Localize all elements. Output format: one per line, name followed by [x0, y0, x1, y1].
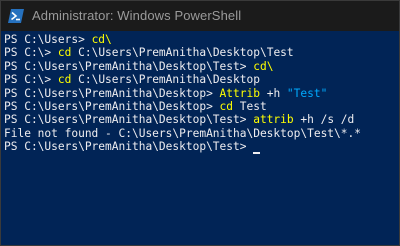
- argument-text: Test: [233, 99, 267, 113]
- powershell-window: Administrator: Windows PowerShell PS C:\…: [0, 0, 400, 246]
- text-cursor: [253, 151, 261, 154]
- command-text: cd\: [91, 33, 112, 46]
- console-line: PS C:\Users\PremAnitha\Desktop\Test> att…: [4, 113, 397, 126]
- title-bar[interactable]: Administrator: Windows PowerShell: [1, 1, 399, 31]
- string-argument: "Test": [286, 86, 328, 100]
- prompt-text: PS C:\Users>: [4, 33, 92, 46]
- console-line: PS C:\Users\PremAnitha\Desktop> Attrib +…: [4, 87, 397, 100]
- window-title: Administrator: Windows PowerShell: [32, 8, 242, 23]
- command-text: cd: [57, 73, 72, 87]
- prompt-text: PS C:\Users\PremAnitha\Desktop>: [4, 99, 220, 113]
- prompt-text: PS C:\Users\PremAnitha\Desktop\Test>: [4, 113, 254, 127]
- argument-text: +h /s /d: [293, 113, 355, 127]
- command-text: Attrib: [219, 86, 260, 100]
- command-text: cd: [219, 99, 234, 113]
- console-line: PS C:\Users\PremAnitha\Desktop\Test>: [4, 140, 397, 154]
- console-line: PS C:\> cd C:\Users\PremAnitha\Desktop\T…: [4, 46, 397, 59]
- output-text: File not found - C:\Users\PremAnitha\Des…: [4, 126, 361, 140]
- console-line: PS C:\Users> cd\: [4, 33, 397, 46]
- argument-text: +h: [259, 86, 287, 100]
- powershell-icon: [8, 9, 24, 23]
- prompt-text: PS C:\Users\PremAnitha\Desktop\Test>: [4, 140, 254, 154]
- command-text: cd\: [253, 59, 274, 73]
- console-line: PS C:\> cd C:\Users\PremAnitha\Desktop: [4, 73, 397, 86]
- console-line: File not found - C:\Users\PremAnitha\Des…: [4, 127, 397, 140]
- prompt-text: PS C:\Users\PremAnitha\Desktop\Test>: [4, 59, 254, 73]
- prompt-text: PS C:\>: [4, 73, 58, 87]
- console-line: PS C:\Users\PremAnitha\Desktop\Test> cd\: [4, 60, 397, 73]
- prompt-text: PS C:\>: [4, 46, 58, 60]
- argument-text: C:\Users\PremAnitha\Desktop\Test: [71, 46, 294, 60]
- console-line: PS C:\Users\PremAnitha\Desktop> cd Test: [4, 100, 397, 113]
- console-output[interactable]: PS C:\Users> cd\ PS C:\> cd C:\Users\Prem…: [4, 33, 397, 243]
- prompt-text: PS C:\Users\PremAnitha\Desktop>: [4, 86, 220, 100]
- argument-text: C:\Users\PremAnitha\Desktop: [71, 73, 260, 87]
- command-text: cd: [57, 46, 72, 60]
- command-text: attrib: [253, 113, 294, 127]
